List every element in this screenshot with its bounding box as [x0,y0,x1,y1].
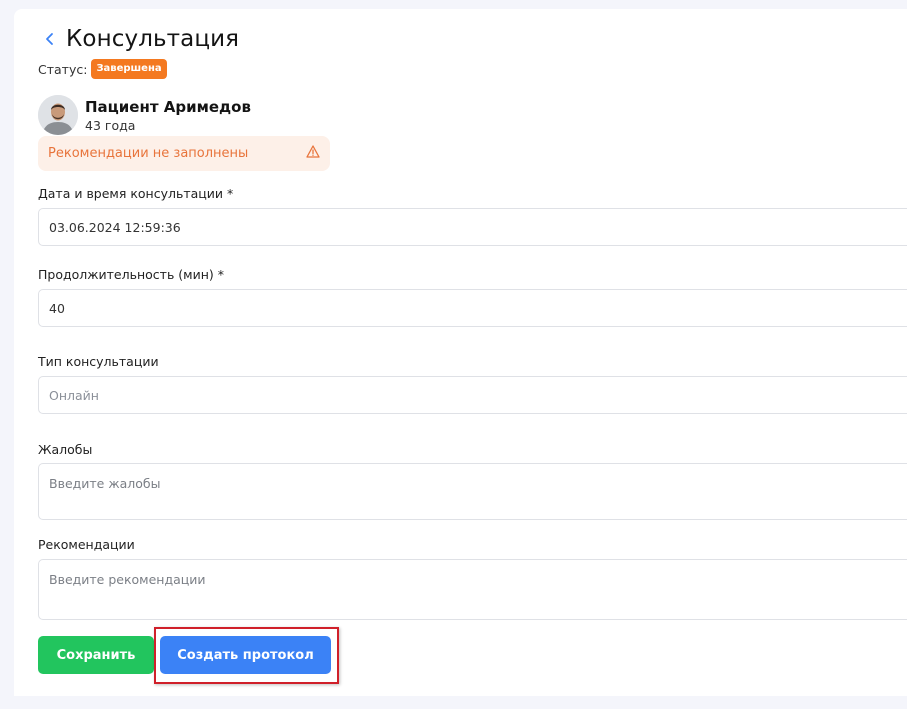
recommendations-label: Рекомендации [38,537,135,552]
type-field: Онлайн [38,376,907,414]
complaints-label: Жалобы [38,442,93,457]
status-label: Статус: [38,61,88,77]
warning-text: Рекомендации не заполнены [48,146,249,161]
patient-text: Пациент Аримедов 43 года [85,96,251,134]
avatar [38,95,78,135]
warning-banner: Рекомендации не заполнены [38,136,330,171]
status-row: Статус: Завершена [38,58,167,80]
create-protocol-button[interactable]: Создать протокол [160,636,331,674]
patient-name: Пациент Аримедов [85,98,251,116]
patient-info: Пациент Аримедов 43 года [38,95,251,135]
datetime-field[interactable]: 03.06.2024 12:59:36 [38,208,907,246]
chevron-left-icon[interactable] [42,31,58,47]
save-button[interactable]: Сохранить [38,636,154,674]
duration-label: Продолжительность (мин) * [38,267,224,282]
status-badge: Завершена [91,59,167,79]
complaints-textarea[interactable]: Введите жалобы [38,463,907,520]
patient-age: 43 года [85,118,136,133]
page-header: Консультация [42,24,239,54]
datetime-label: Дата и время консультации * [38,186,234,201]
type-label: Тип консультации [38,354,159,369]
duration-field[interactable]: 40 [38,289,907,327]
warning-triangle-icon [306,145,320,162]
page-title: Консультация [66,26,240,52]
recommendations-textarea[interactable]: Введите рекомендации [38,559,907,620]
